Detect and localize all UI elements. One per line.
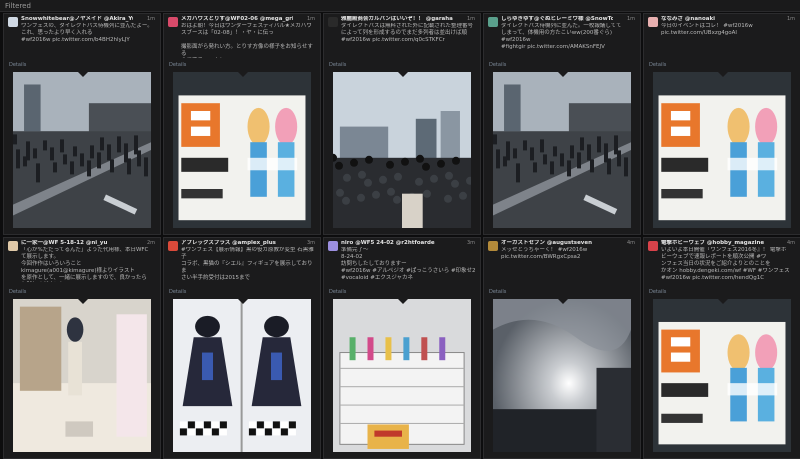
tweet-card[interactable]: 電撃ホビーウェブ @hobby_magazine 4m いよいよ本日開催『ワンフェス…: [643, 237, 800, 459]
media-caret: [238, 299, 248, 304]
tweet-media-image[interactable]: [13, 72, 151, 228]
media-caret: [398, 72, 408, 77]
tweet-timestamp[interactable]: 1m: [307, 16, 315, 23]
media-caret: [238, 72, 248, 77]
details-link[interactable]: Details: [169, 62, 186, 68]
tweet-media-image[interactable]: [333, 72, 471, 228]
avatar[interactable]: [488, 241, 498, 251]
tweet-timestamp[interactable]: 1m: [627, 16, 635, 23]
tweet-card[interactable]: しらゆきゆず@ぐぬヒレーミウ様 @SnowTooth_Milk... 1m ダイレク…: [483, 13, 641, 235]
avatar[interactable]: [168, 17, 178, 27]
details-link[interactable]: Details: [649, 62, 666, 68]
media-caret: [718, 72, 728, 77]
tweet-media-image[interactable]: [493, 299, 631, 452]
details-link[interactable]: Details: [9, 289, 26, 295]
tweet-card[interactable]: ななみさ @nanoaki 1m 今日のイベントはコレ！ #wf2016w pic.…: [643, 13, 800, 235]
details-link[interactable]: Details: [329, 62, 346, 68]
tweet-text: おはよ朝！今日はワンダーフェスティバル★メガハウ スブースは「02-08」！・ヤ…: [181, 23, 313, 57]
tweet-card[interactable]: メガハウスとりす@WF02-06 @mega_gridsbobby 1mおはよ朝！…: [163, 13, 321, 235]
tweet-username[interactable]: に一家一@WF 5-18-12 @ni_yu: [21, 240, 133, 247]
avatar[interactable]: [648, 17, 658, 27]
tweet-grid: Snowwhitebear@ノヤメイド @Akira_Yukisaki1mワンフ…: [0, 13, 800, 459]
avatar[interactable]: [648, 241, 658, 251]
details-link[interactable]: Details: [329, 289, 346, 295]
media-caret: [78, 299, 88, 304]
tweet-username[interactable]: オーガストセブン @augustseven: [501, 240, 613, 247]
tweet-media-image[interactable]: [653, 299, 791, 452]
media-caret: [558, 299, 568, 304]
tweet-username[interactable]: 電撃ホビーウェブ @hobby_magazine: [661, 240, 773, 247]
tweet-username[interactable]: しらゆきゆず@ぐぬヒレーミウ様 @SnowTooth_Milk...: [501, 16, 613, 23]
avatar[interactable]: [328, 17, 338, 27]
tweet-card[interactable]: アプレックスプラス @amplex_plus 3m #ワンフェス【展示情報】黒の役ガ…: [163, 237, 321, 459]
details-link[interactable]: Details: [169, 289, 186, 295]
media-caret: [718, 299, 728, 304]
tweet-media-image[interactable]: [173, 299, 311, 452]
filter-header: Filtered: [0, 0, 800, 12]
tweet-card[interactable]: オーガストセブン @augustseven 4m メッセとうちゃーく！ #wf201…: [483, 237, 641, 459]
tweet-timestamp[interactable]: 2m: [147, 240, 155, 247]
tweet-username[interactable]: niro @WF5 24-02 @r2htfoarde: [341, 240, 453, 247]
tweet-media-image[interactable]: [653, 72, 791, 228]
tweet-timestamp[interactable]: 4m: [787, 240, 795, 247]
tweet-timestamp[interactable]: 1m: [467, 16, 475, 23]
details-link[interactable]: Details: [649, 289, 666, 295]
avatar[interactable]: [488, 17, 498, 27]
tweet-username[interactable]: Snowwhitebear@ノヤメイド @Akira_Yukisaki: [21, 16, 133, 23]
tweet-text: 「心が%だだってるんだ」ようだ代用様、本日WFC て展示します。 今回作作はいろ…: [21, 247, 149, 281]
tweet-timestamp[interactable]: 1m: [147, 16, 155, 23]
tweet-media-image[interactable]: [333, 299, 471, 452]
details-link[interactable]: Details: [489, 62, 506, 68]
details-link[interactable]: Details: [489, 289, 506, 295]
filter-label: Filtered: [5, 2, 31, 10]
tweet-text: ダイレクトパス待機列に並んだ。一校報議してて しまって、体機用の方たこいww(2…: [501, 23, 622, 50]
tweet-username[interactable]: アプレックスプラス @amplex_plus: [181, 240, 293, 247]
tweet-card[interactable]: に一家一@WF 5-18-12 @ni_yu 2m 「心が%だだってるんだ」ようだ代…: [3, 237, 161, 459]
tweet-media-image[interactable]: [13, 299, 151, 452]
details-link[interactable]: Details: [9, 62, 26, 68]
tweet-text: 準備完了～ 8-24-02 訪問ちしたしておりますー #wf2016w #アルペ…: [341, 247, 476, 281]
tweet-text: 今日のイベントはコレ！ #wf2016w pic.twitter.com/UBx…: [661, 23, 753, 36]
tweet-username[interactable]: 雅麗殿商会ガルバンはいいぞ！！ @garahabe: [341, 16, 453, 23]
media-caret: [558, 72, 568, 77]
tweet-card[interactable]: Snowwhitebear@ノヤメイド @Akira_Yukisaki 1mワンフ…: [3, 13, 161, 235]
tweet-text: #ワンフェス【展示情報】黒の役ガ原教が変型 石黒雅子 コラボ、黒猫の『シエル』フ…: [181, 247, 314, 281]
tweet-media-image[interactable]: [173, 72, 311, 228]
avatar[interactable]: [168, 241, 178, 251]
tweet-username[interactable]: メガハウスとりす@WF02-06 @mega_gridsbobby: [181, 16, 293, 23]
avatar[interactable]: [328, 241, 338, 251]
tweet-card[interactable]: 雅麗殿商会ガルバンはいいぞ！！ @garahabe 1m ダイレクトパスは無料された…: [323, 13, 481, 235]
tweet-timestamp[interactable]: 3m: [467, 240, 475, 247]
tweet-text: ワンフェスの、ダイレクトパス待機列に並んだよー。 これ、思ったより早く入れる #…: [21, 23, 153, 43]
tweet-text: メッセとうちゃーく！ #wf2016w pic.twitter.com/BWRg…: [501, 247, 588, 260]
tweet-timestamp[interactable]: 1m: [787, 16, 795, 23]
avatar[interactable]: [8, 17, 18, 27]
media-caret: [398, 299, 408, 304]
tweet-timestamp[interactable]: 4m: [627, 240, 635, 247]
tweet-text: ダイレクトパスは無料された外に記載された整理番号 によって列を形成するのでまだ多…: [341, 23, 474, 43]
tweet-username[interactable]: ななみさ @nanoaki: [661, 16, 773, 23]
avatar[interactable]: [8, 241, 18, 251]
media-caret: [78, 72, 88, 77]
tweet-text: いよいよ本日開催『ワンフェス2016冬』！ 電撃ホ ビーウェブで速報レポートを順…: [661, 247, 790, 281]
tweet-media-image[interactable]: [493, 72, 631, 228]
tweet-timestamp[interactable]: 3m: [307, 240, 315, 247]
tweet-card[interactable]: niro @WF5 24-02 @r2htfoarde 3m 準備完了～ 8-24-…: [323, 237, 481, 459]
